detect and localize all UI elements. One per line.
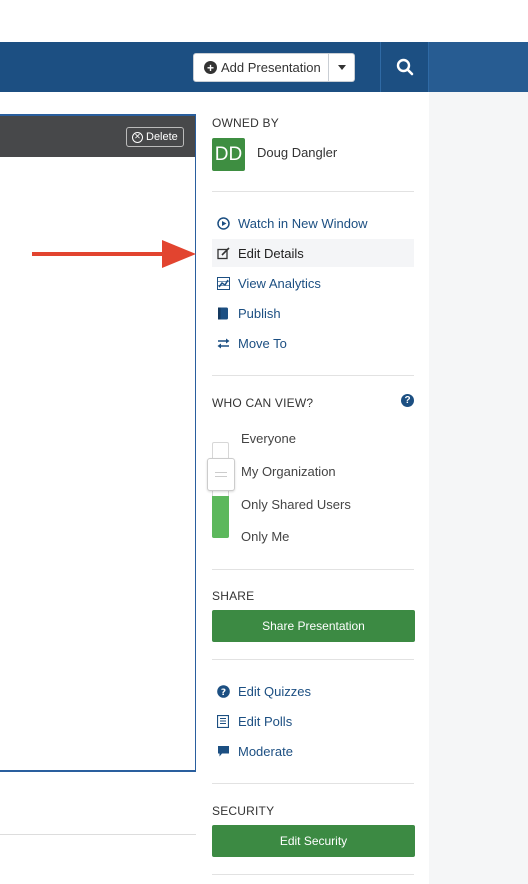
section-divider <box>212 874 414 875</box>
who-can-view-title: WHO CAN VIEW? <box>212 396 314 410</box>
question-circle-icon: ? <box>216 684 230 698</box>
presentation-sidebar: OWNED BY DD Doug Dangler Watch in New Wi… <box>196 92 429 884</box>
play-circle-icon <box>216 216 230 230</box>
edit-details-link[interactable]: Edit Details <box>212 239 414 267</box>
moderate-link[interactable]: Moderate <box>212 737 414 765</box>
section-divider <box>212 191 414 192</box>
search-button[interactable] <box>380 42 429 92</box>
view-analytics-label: View Analytics <box>238 275 321 291</box>
edit-quizzes-link[interactable]: ? Edit Quizzes <box>212 677 414 705</box>
right-gutter <box>429 92 528 884</box>
publish-label: Publish <box>238 305 281 321</box>
edit-icon <box>216 246 230 260</box>
publish-link[interactable]: Publish <box>212 299 414 327</box>
section-divider <box>212 375 414 376</box>
edit-quizzes-label: Edit Quizzes <box>238 683 311 699</box>
owner-info: DD Doug Dangler <box>212 138 337 171</box>
edit-polls-label: Edit Polls <box>238 713 293 729</box>
list-icon <box>216 714 230 728</box>
exchange-icon <box>216 336 230 350</box>
watch-in-new-window-link[interactable]: Watch in New Window <box>212 209 414 237</box>
grip-icon <box>215 472 227 473</box>
add-presentation-group: + Add Presentation <box>193 53 355 82</box>
plus-circle-icon: + <box>204 61 217 74</box>
view-option-everyone[interactable]: Everyone <box>241 431 296 446</box>
edit-polls-link[interactable]: Edit Polls <box>212 707 414 735</box>
search-icon <box>396 58 413 76</box>
presentation-panel: ✕ Delete <box>0 114 197 772</box>
comment-icon <box>216 744 230 758</box>
view-option-only-shared-users[interactable]: Only Shared Users <box>241 497 351 512</box>
edit-details-label: Edit Details <box>238 245 304 261</box>
help-icon[interactable]: ? <box>401 394 414 407</box>
add-presentation-button[interactable]: + Add Presentation <box>193 53 329 82</box>
section-divider <box>212 569 414 570</box>
header-right-area <box>429 42 528 92</box>
delete-label: Delete <box>146 131 178 143</box>
delete-button[interactable]: ✕ Delete <box>126 127 184 147</box>
watch-in-new-window-label: Watch in New Window <box>238 215 368 231</box>
edit-security-button[interactable]: Edit Security <box>212 825 415 857</box>
view-analytics-link[interactable]: View Analytics <box>212 269 414 297</box>
visibility-slider-fill <box>212 496 229 538</box>
visibility-slider-handle[interactable] <box>207 458 235 491</box>
share-presentation-button[interactable]: Share Presentation <box>212 610 415 642</box>
caret-down-icon <box>337 65 346 70</box>
view-option-only-me[interactable]: Only Me <box>241 529 289 544</box>
moderate-label: Moderate <box>238 743 293 759</box>
grip-icon <box>215 476 227 477</box>
owner-name: Doug Dangler <box>257 145 338 160</box>
security-title: SECURITY <box>212 804 275 818</box>
add-presentation-dropdown[interactable] <box>329 53 355 82</box>
svg-text:?: ? <box>220 688 225 698</box>
section-divider <box>212 783 414 784</box>
presentation-toolbar: ✕ Delete <box>0 116 195 157</box>
top-header: + Add Presentation <box>0 42 528 92</box>
add-presentation-label: Add Presentation <box>221 60 321 75</box>
book-icon <box>216 306 230 320</box>
analytics-icon <box>216 276 230 290</box>
share-title: SHARE <box>212 589 255 603</box>
move-to-link[interactable]: Move To <box>212 329 414 357</box>
avatar: DD <box>212 138 245 171</box>
close-circle-icon: ✕ <box>132 131 143 143</box>
section-divider <box>212 659 414 660</box>
content-divider <box>0 834 197 835</box>
pointer-arrow-icon <box>32 240 196 268</box>
view-option-my-organization[interactable]: My Organization <box>241 464 336 479</box>
owned-by-title: OWNED BY <box>212 116 279 130</box>
move-to-label: Move To <box>238 335 287 351</box>
